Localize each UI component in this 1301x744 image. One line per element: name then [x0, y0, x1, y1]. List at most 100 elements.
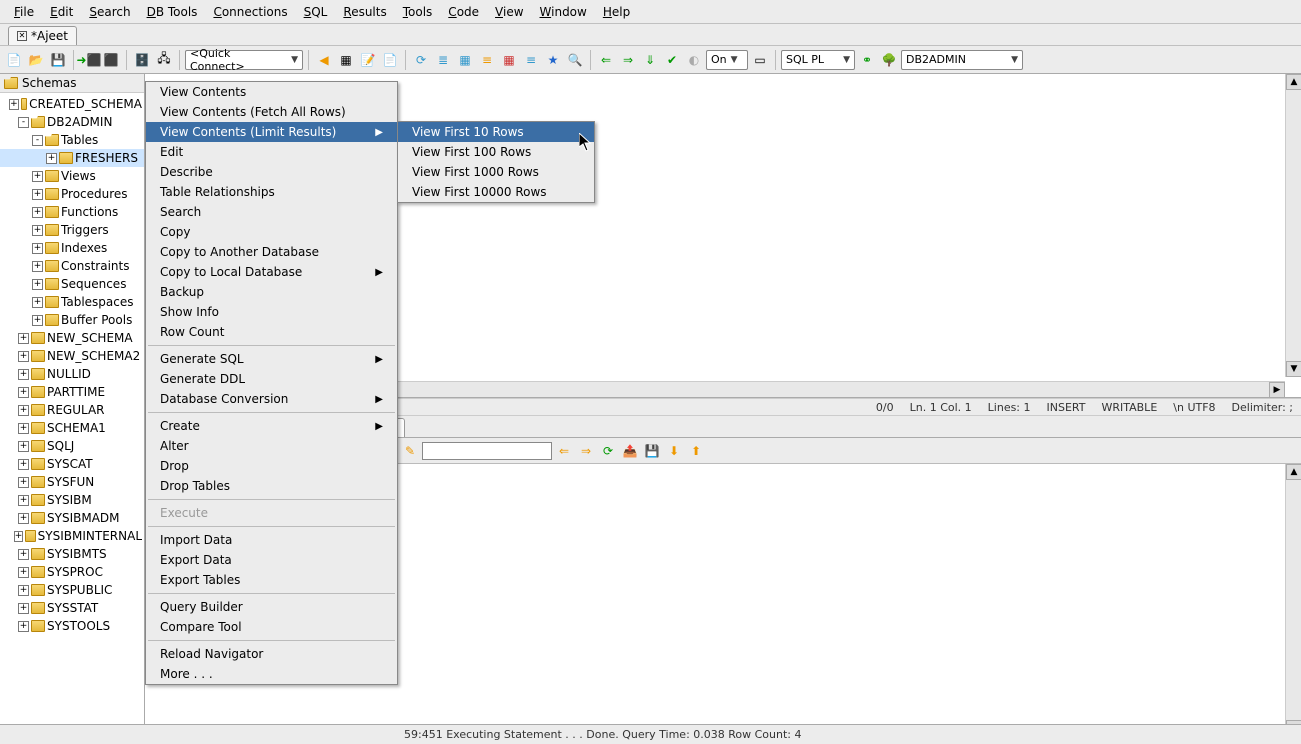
tree-node[interactable]: +SYSFUN	[0, 473, 144, 491]
export-icon[interactable]: 📤	[620, 441, 640, 461]
menu-search[interactable]: Search	[83, 3, 136, 21]
menu-tools[interactable]: Tools	[397, 3, 439, 21]
up-icon[interactable]: ⬆	[686, 441, 706, 461]
page-icon[interactable]: ▭	[750, 50, 770, 70]
scroll-down-icon[interactable]: ▼	[1286, 361, 1301, 377]
tree-toggle-icon[interactable]: +	[18, 621, 29, 632]
schema-tree[interactable]: +CREATED_SCHEMA-DB2ADMIN-Tables+FRESHERS…	[0, 93, 144, 637]
tree-node[interactable]: +Procedures	[0, 185, 144, 203]
submenu-item[interactable]: View First 10000 Rows	[398, 182, 594, 202]
grid-blue-icon[interactable]: ▦	[455, 50, 475, 70]
menu-item[interactable]: Edit	[146, 142, 397, 162]
tree-node[interactable]: +SYSCAT	[0, 455, 144, 473]
tree-node[interactable]: +Functions	[0, 203, 144, 221]
tree-toggle-icon[interactable]: +	[18, 423, 29, 434]
tree-toggle-icon[interactable]: +	[18, 387, 29, 398]
tree-toggle-icon[interactable]: +	[32, 225, 43, 236]
open-icon[interactable]: 📂	[26, 50, 46, 70]
filter-input[interactable]	[422, 442, 552, 460]
tree-node[interactable]: +Tablespaces	[0, 293, 144, 311]
run-icon[interactable]: ⇒	[618, 50, 638, 70]
menu-item[interactable]: Copy to Another Database	[146, 242, 397, 262]
scroll-right-icon[interactable]: ▶	[1269, 382, 1285, 398]
tree-node[interactable]: +Buffer Pools	[0, 311, 144, 329]
tree-toggle-icon[interactable]: +	[18, 603, 29, 614]
menu-item[interactable]: Show Info	[146, 302, 397, 322]
db-icon[interactable]: 🗄️	[132, 50, 152, 70]
quick-connect-combo[interactable]: <Quick Connect> ▼	[185, 50, 303, 70]
tree-node[interactable]: +SYSIBMINTERNAL	[0, 527, 144, 545]
tree-toggle-icon[interactable]: +	[32, 171, 43, 182]
tree-icon[interactable]: 🌳	[879, 50, 899, 70]
tree-node[interactable]: +Views	[0, 167, 144, 185]
tree-toggle-icon[interactable]: +	[18, 567, 29, 578]
tree-toggle-icon[interactable]: +	[32, 279, 43, 290]
wand-icon[interactable]: ✎	[400, 441, 420, 461]
tree-node[interactable]: +SYSIBMADM	[0, 509, 144, 527]
tree-node[interactable]: +Triggers	[0, 221, 144, 239]
bars-blue-icon[interactable]: ≡	[521, 50, 541, 70]
tree-node[interactable]: +SYSIBM	[0, 491, 144, 509]
tree-node[interactable]: +SYSTOOLS	[0, 617, 144, 635]
menu-item[interactable]: Query Builder	[146, 597, 397, 617]
tree-toggle-icon[interactable]: -	[32, 135, 43, 146]
menu-item[interactable]: Generate DDL	[146, 369, 397, 389]
menu-item[interactable]: Row Count	[146, 322, 397, 342]
menu-edit[interactable]: Edit	[44, 3, 79, 21]
context-submenu[interactable]: View First 10 RowsView First 100 Rows Vie…	[397, 121, 595, 203]
grid-red-icon[interactable]: ▦	[499, 50, 519, 70]
link-icon[interactable]: ⚭	[857, 50, 877, 70]
arrow-left-icon[interactable]: ◀	[314, 50, 334, 70]
tree-node[interactable]: -DB2ADMIN	[0, 113, 144, 131]
menu-item[interactable]: View Contents	[146, 82, 397, 102]
menu-item[interactable]: Export Tables	[146, 570, 397, 590]
add-table-icon[interactable]: ▦	[336, 50, 356, 70]
tree-toggle-icon[interactable]: +	[32, 297, 43, 308]
tree-node[interactable]: +SYSSTAT	[0, 599, 144, 617]
menu-db-tools[interactable]: DB Tools	[141, 3, 204, 21]
menu-item[interactable]: Search	[146, 202, 397, 222]
star-icon[interactable]: ★	[543, 50, 563, 70]
tree-toggle-icon[interactable]: +	[18, 549, 29, 560]
tree-node[interactable]: +CREATED_SCHEMA	[0, 95, 144, 113]
menu-item[interactable]: Alter	[146, 436, 397, 456]
menu-sql[interactable]: SQL	[298, 3, 334, 21]
run-down-icon[interactable]: ⇓	[640, 50, 660, 70]
tree-node[interactable]: +Constraints	[0, 257, 144, 275]
tree-node[interactable]: +SYSPROC	[0, 563, 144, 581]
tree-toggle-icon[interactable]: +	[18, 333, 29, 344]
tree-toggle-icon[interactable]: +	[18, 351, 29, 362]
sql-icon[interactable]: 📝	[358, 50, 378, 70]
tree-toggle-icon[interactable]: +	[46, 153, 57, 164]
tree-node[interactable]: +Sequences	[0, 275, 144, 293]
tree-toggle-icon[interactable]: +	[32, 189, 43, 200]
scroll-up-icon[interactable]: ▲	[1286, 74, 1301, 90]
menu-results[interactable]: Results	[337, 3, 392, 21]
first-icon[interactable]: ⇐	[554, 441, 574, 461]
server-icon[interactable]: 🖧	[154, 50, 174, 70]
check-icon[interactable]: ✔	[662, 50, 682, 70]
submenu-item[interactable]: View First 100 Rows	[398, 142, 594, 162]
submenu-item[interactable]: View First 10 Rows	[398, 122, 594, 142]
tree-toggle-icon[interactable]: +	[18, 369, 29, 380]
tree-toggle-icon[interactable]: +	[18, 513, 29, 524]
menu-item[interactable]: Backup	[146, 282, 397, 302]
menu-item[interactable]: Table Relationships	[146, 182, 397, 202]
menu-window[interactable]: Window	[534, 3, 593, 21]
menu-item[interactable]: View Contents (Limit Results)▶	[146, 122, 397, 142]
menu-item[interactable]: Describe	[146, 162, 397, 182]
menu-item[interactable]: Import Data	[146, 530, 397, 550]
tree-toggle-icon[interactable]: +	[32, 315, 43, 326]
tree-toggle-icon[interactable]: +	[9, 99, 19, 110]
auto-commit-combo[interactable]: On▼	[706, 50, 748, 70]
edit-icon[interactable]: 📄	[380, 50, 400, 70]
tree-toggle-icon[interactable]: +	[18, 441, 29, 452]
menu-help[interactable]: Help	[597, 3, 636, 21]
menu-item[interactable]: Drop	[146, 456, 397, 476]
tree-node[interactable]: +REGULAR	[0, 401, 144, 419]
tree-toggle-icon[interactable]: +	[18, 459, 29, 470]
menu-item[interactable]: Copy to Local Database▶	[146, 262, 397, 282]
menu-item[interactable]: More . . .	[146, 664, 397, 684]
stack-icon[interactable]: ≣	[433, 50, 453, 70]
tree-toggle-icon[interactable]: +	[32, 261, 43, 272]
